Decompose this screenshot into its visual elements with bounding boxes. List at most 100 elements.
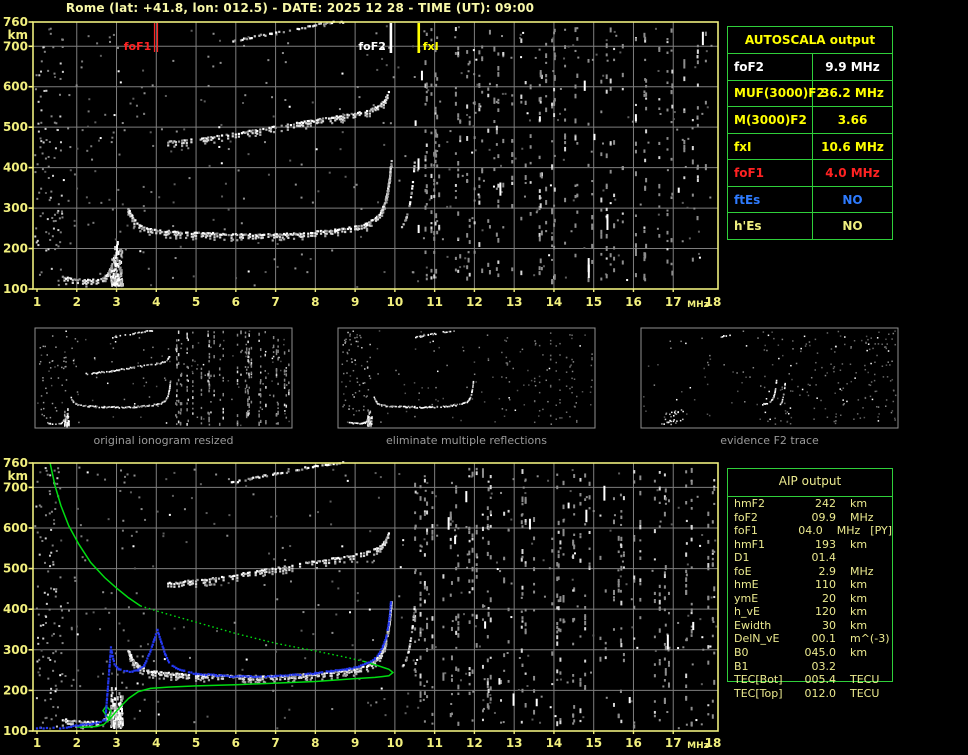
aip-row-hme: hmE 110 km bbox=[728, 578, 892, 592]
axis-text: 16 bbox=[625, 736, 642, 750]
aip-row-hmf1: hmF1 193 km bbox=[728, 538, 892, 552]
axis-text: 15 bbox=[585, 295, 602, 309]
axis-text: 18 bbox=[705, 736, 722, 750]
aip-value: 045.0 bbox=[804, 646, 837, 660]
autoscala-value: 3.66 bbox=[837, 112, 868, 127]
aip-row-delnve: DelN_vE 00.1 m^(-3) bbox=[728, 632, 892, 646]
axis-text: 12 bbox=[466, 295, 483, 309]
autoscala-row-ftes: ftEs NO bbox=[728, 186, 892, 214]
axis-text: 10 bbox=[387, 295, 404, 309]
axis-text: 2 bbox=[73, 295, 81, 309]
aip-unit: km bbox=[850, 646, 868, 660]
aip-value: 005.4 bbox=[804, 673, 837, 687]
aip-row-tectop: TEC[Top] 012.0 TECU bbox=[728, 687, 892, 701]
axis-text: 3 bbox=[112, 736, 120, 750]
aip-extra: [PY] bbox=[870, 524, 892, 538]
aip-value: 120 bbox=[815, 605, 836, 619]
aip-row-tecbot: TEC[Bot] 005.4 TECU bbox=[728, 673, 892, 687]
autoscala-rows: foF2 9.9 MHz MUF(3000)F2 36.2 MHz M(3000)F2 3… bbox=[728, 54, 892, 240]
aip-unit: m^(-3) bbox=[850, 632, 890, 646]
axis-text: 600 bbox=[3, 80, 28, 94]
axis-text: 400 bbox=[3, 161, 28, 175]
axis-text: 9 bbox=[351, 295, 359, 309]
aip-label: B1 bbox=[734, 659, 749, 673]
axis-text: 1 bbox=[33, 295, 41, 309]
aip-value: 2.9 bbox=[818, 564, 837, 578]
axis-text: 760 bbox=[3, 15, 28, 29]
thumbnail-original bbox=[34, 327, 293, 429]
autoscala-label: h'Es bbox=[728, 213, 813, 240]
aip-value: 193 bbox=[815, 537, 836, 551]
aip-value: 09.9 bbox=[811, 510, 837, 524]
axis-text: 17 bbox=[665, 736, 682, 750]
aip-row-foe: foE 2.9 MHz bbox=[728, 565, 892, 579]
aip-label: foF1 bbox=[734, 524, 758, 538]
axis-text: 13 bbox=[506, 295, 523, 309]
aip-rows: hmF2 242 km foF2 09.9 MHz foF1 04.0 MHz [PY] hmF1 1… bbox=[728, 497, 892, 700]
aip-unit bbox=[836, 551, 850, 565]
autoscala-row-fof1: foF1 4.0 MHz bbox=[728, 160, 892, 187]
aip-value: 01.4 bbox=[811, 551, 837, 565]
aip-value: 00.1 bbox=[811, 632, 837, 646]
aip-row-b0: B0 045.0 km bbox=[728, 646, 892, 660]
marker-label-fof2: foF2 bbox=[358, 40, 386, 53]
autoscala-value: NO bbox=[842, 192, 863, 207]
autoscala-value: NO bbox=[842, 219, 863, 234]
axis-text: 11 bbox=[426, 295, 443, 309]
aip-row-ewidth: Ewidth 30 km bbox=[728, 619, 892, 633]
aip-row-hmf2: hmF2 242 km bbox=[728, 497, 892, 511]
axis-text: 14 bbox=[546, 736, 563, 750]
axis-text: 12 bbox=[466, 736, 483, 750]
autoscala-table: AUTOSCALA output foF2 9.9 MHz MUF(3000)F2 3… bbox=[727, 26, 893, 240]
aip-row-yme: ymE 20 km bbox=[728, 592, 892, 606]
aip-unit: TECU bbox=[850, 686, 880, 700]
axis-text: 14 bbox=[546, 295, 563, 309]
aip-value: 30 bbox=[822, 618, 836, 632]
axis-text: 3 bbox=[112, 295, 120, 309]
axis-text: 500 bbox=[3, 562, 28, 576]
aip-value: 012.0 bbox=[804, 686, 837, 700]
marker-label-fof1: foF1 bbox=[124, 40, 152, 53]
aip-label: foE bbox=[734, 564, 752, 578]
axis-text: 300 bbox=[3, 643, 28, 657]
autoscala-value: 36.2 MHz bbox=[821, 86, 884, 101]
autoscala-label: foF1 bbox=[728, 160, 813, 186]
axis-text: 11 bbox=[426, 736, 443, 750]
autoscala-label: M(3000)F2 bbox=[728, 107, 813, 133]
page-title: Rome (lat: +41.8, lon: 012.5) - DATE: 20… bbox=[65, 1, 535, 15]
thumbnail-clean bbox=[337, 327, 596, 429]
aip-label: Ewidth bbox=[734, 618, 772, 632]
autoscala-row-fxi: fxI 10.6 MHz bbox=[728, 133, 892, 161]
marker-label-fxi: fxI bbox=[423, 40, 439, 53]
axis-text: 6 bbox=[232, 736, 240, 750]
autoscala-value: 10.6 MHz bbox=[821, 139, 884, 154]
axis-text: 17 bbox=[665, 295, 682, 309]
aip-unit: km bbox=[850, 497, 868, 510]
autoscala-value: 9.9 MHz bbox=[825, 59, 880, 74]
aip-row-hve: h_vE 120 km bbox=[728, 605, 892, 619]
aip-label: D1 bbox=[734, 551, 750, 565]
aip-unit: MHz bbox=[850, 510, 874, 524]
axis-text: 8 bbox=[311, 295, 319, 309]
aip-unit: km bbox=[850, 578, 868, 592]
aip-unit: km bbox=[850, 537, 868, 551]
autoscala-label: foF2 bbox=[728, 54, 813, 80]
thumbnail-f2 bbox=[640, 327, 899, 429]
aip-value: 242 bbox=[815, 497, 836, 510]
axis-text: 200 bbox=[3, 242, 28, 256]
aip-label: TEC[Bot] bbox=[734, 673, 783, 687]
aip-value: 04.0 bbox=[798, 524, 823, 538]
aip-unit: MHz bbox=[836, 524, 861, 538]
axis-text: 7 bbox=[271, 295, 279, 309]
axis-text: 5 bbox=[192, 736, 200, 750]
aip-unit: km bbox=[850, 591, 868, 605]
aip-table-title: AIP output bbox=[728, 469, 892, 497]
ionogram-top: 760700600500400300200100km1 2 3 4 5 6 7 8 9 10 11 1… bbox=[3, 15, 721, 310]
aip-label: hmF2 bbox=[734, 497, 766, 510]
axis-text: 2 bbox=[73, 736, 81, 750]
aip-value: 110 bbox=[815, 578, 836, 592]
axis-text: 1 bbox=[33, 736, 41, 750]
autoscala-table-title: AUTOSCALA output bbox=[728, 27, 892, 54]
aip-row-d1: D1 01.4 bbox=[728, 551, 892, 565]
axis-text: 100 bbox=[3, 724, 28, 738]
